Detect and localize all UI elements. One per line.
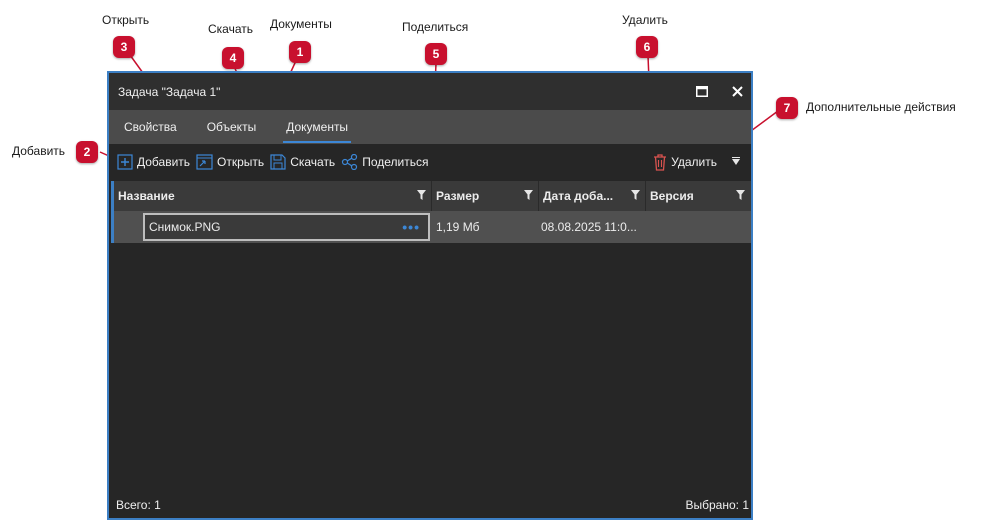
annotation-label-delete: Удалить [622,13,668,27]
annotation-badge-7: 7 [776,97,798,119]
share-button[interactable]: Поделиться [341,154,428,170]
add-label: Добавить [137,155,191,169]
save-icon [270,154,286,170]
open-button[interactable]: Открыть [196,154,264,170]
window-title: Задача "Задача 1" [118,84,221,99]
share-icon [341,154,358,170]
annotation-badge-5: 5 [425,43,447,65]
maximize-icon[interactable] [693,82,711,100]
window-titlebar[interactable]: Задача "Задача 1" [109,73,751,110]
filter-icon[interactable] [417,189,426,203]
open-label: Открыть [217,155,265,169]
annotation-label-more-actions: Дополнительные действия [806,100,956,114]
download-label: Скачать [290,155,336,169]
tab-objects[interactable]: Объекты [192,110,272,144]
close-icon[interactable] [728,82,746,100]
filter-icon[interactable] [524,189,533,203]
selected-count: Выбрано: 1 [685,498,750,512]
annotation-badge-1: 1 [289,41,311,63]
column-title: Версия [650,189,694,203]
tab-properties[interactable]: Свойства [109,110,192,144]
annotation-badge-3: 3 [113,36,135,58]
column-title: Размер [436,189,480,203]
table-row[interactable]: Снимок.PNG ••• 1,19 Мб 08.08.2025 11:0..… [111,211,751,243]
annotation-badge-4: 4 [222,47,244,69]
column-header-version[interactable]: Версия [646,181,750,211]
add-button[interactable]: Добавить [117,154,190,170]
documents-toolbar: Добавить Открыть Скачать Поделиться Удал… [109,144,751,180]
annotation-label-share: Поделиться [402,20,469,34]
more-actions-button[interactable] [731,157,741,167]
annotation-badge-2: 2 [76,141,98,163]
filter-icon[interactable] [631,189,640,203]
annotation-badge-6: 6 [636,36,658,58]
tab-label: Объекты [206,120,257,134]
triangle-down-icon [731,157,741,167]
file-name: Снимок.PNG [149,220,221,234]
column-header-date[interactable]: Дата доба... [539,181,646,211]
grid-header: Название Размер Дата доба... Версия [111,181,751,211]
file-date: 08.08.2025 11:0... [541,220,637,234]
tab-label: Документы [286,120,349,134]
tab-documents[interactable]: Документы [271,110,363,144]
column-title: Название [118,189,175,203]
download-button[interactable]: Скачать [270,154,335,170]
annotation-label-documents: Документы [270,17,332,31]
tab-bar: Свойства Объекты Документы [109,110,751,144]
task-window: Задача "Задача 1" Свойства Объекты Докум… [107,71,753,520]
column-header-size[interactable]: Размер [432,181,539,211]
annotation-label-download: Скачать [208,22,253,36]
trash-icon [653,153,667,171]
grid-footer: Всего: 1 Выбрано: 1 [109,496,751,514]
tab-label: Свойства [124,120,177,134]
annotation-label-add: Добавить [12,144,66,158]
more-dots-icon[interactable]: ••• [402,219,420,235]
share-label: Поделиться [362,155,429,169]
file-size: 1,19 Мб [436,220,480,234]
open-file-icon [196,154,213,170]
total-count: Всего: 1 [116,498,161,512]
column-title: Дата доба... [543,189,614,203]
annotation-label-open: Открыть [102,13,150,27]
delete-label: Удалить [671,155,717,169]
name-cell-editor[interactable]: Снимок.PNG ••• [143,213,430,241]
delete-button[interactable]: Удалить [653,153,717,171]
filter-icon[interactable] [736,189,745,203]
column-header-name[interactable]: Название [114,181,432,211]
plus-icon [117,154,133,170]
